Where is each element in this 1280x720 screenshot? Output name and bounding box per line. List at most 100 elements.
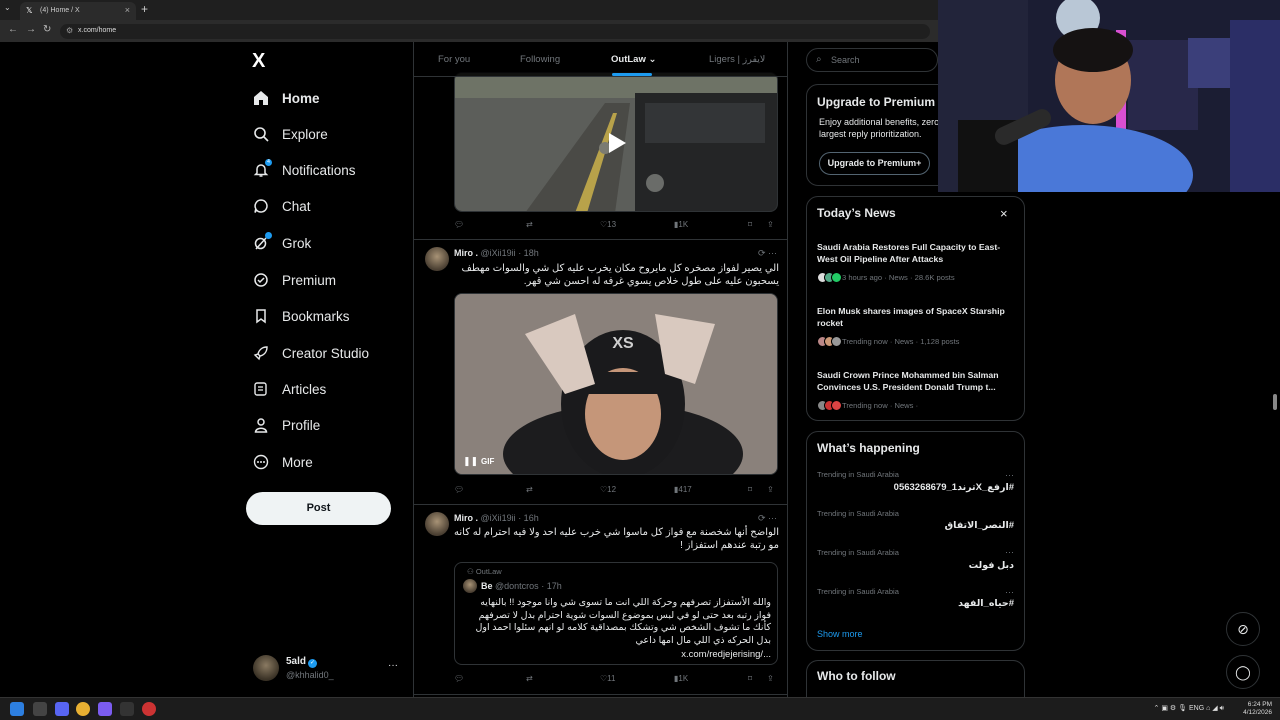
trend-name[interactable]: #حياه_الفهد [958, 598, 1014, 609]
nav-more[interactable]: More [252, 450, 313, 474]
nav-bookmarks[interactable]: Bookmarks [252, 304, 350, 328]
new-tab-button[interactable]: + [141, 2, 148, 16]
bookmark-action-icon[interactable]: ⌑ [748, 485, 752, 494]
tweet-more-icon[interactable]: ⟳ ··· [758, 513, 777, 524]
like-icon[interactable]: ♡ 11 [600, 674, 615, 683]
trend-name[interactable]: #النصر_الاتفاق [945, 520, 1014, 531]
tweet-handle[interactable]: @iXii19ii [481, 513, 516, 523]
news-item-title[interactable]: Elon Musk shares images of SpaceX Starsh… [817, 305, 1017, 329]
taskview-icon[interactable] [33, 702, 47, 716]
clock-date: 4/12/2026 [1243, 709, 1272, 716]
account-switcher[interactable]: 5ald ✓ @khhalid0_ ··· [253, 655, 403, 683]
account-more-icon[interactable]: ··· [388, 660, 398, 671]
tab-outlaw[interactable]: OutLaw ⌄ [611, 54, 656, 65]
nav-profile[interactable]: Profile [252, 413, 320, 437]
start-icon[interactable] [10, 702, 24, 716]
nav-creator-studio[interactable]: Creator Studio [252, 341, 369, 365]
who-to-follow-card: Who to follow [806, 660, 1025, 700]
url-field[interactable]: ⚙ x.com/home [60, 24, 930, 39]
like-count: 13 [607, 220, 617, 229]
nav-articles[interactable]: Articles [252, 377, 326, 401]
share-icon[interactable]: ⇪ [767, 220, 774, 229]
quote-link[interactable]: x.com/redjejerising/... [463, 649, 771, 660]
tab-following[interactable]: Following [520, 54, 560, 65]
tab-close-icon[interactable]: × [125, 5, 130, 15]
app-icon[interactable] [142, 702, 156, 716]
quote-handle: @dontcros [495, 581, 539, 591]
clock-time: 6:24 PM [1247, 701, 1272, 708]
clock[interactable]: 6:24 PM 4/12/2026 [1243, 701, 1272, 717]
share-icon[interactable]: ⇪ [767, 674, 774, 683]
nav-notifications[interactable]: 4 Notifications [252, 158, 356, 182]
app-icon[interactable] [120, 702, 134, 716]
news-item-meta: Trending now · News · 1,128 posts [817, 335, 959, 347]
views-icon[interactable]: ▮ 1K [674, 674, 688, 683]
upgrade-premium-button[interactable]: Upgrade to Premium+ [819, 152, 930, 175]
tab-for-you[interactable]: For you [438, 54, 470, 65]
tweet-gif[interactable]: XS ❚❚ GIF [454, 293, 778, 475]
nav-home[interactable]: Home [252, 86, 320, 110]
trend-more-icon[interactable]: ··· [1005, 547, 1014, 557]
tweet-author[interactable]: Miro . [454, 248, 478, 258]
retweet-icon[interactable]: ⇄ [526, 485, 533, 494]
x-logo-icon[interactable]: X [252, 50, 265, 73]
views-icon[interactable]: ▮ 1K [674, 220, 688, 229]
tweet-time[interactable]: · 16h [518, 513, 539, 523]
bookmark-action-icon[interactable]: ⌑ [748, 674, 752, 683]
avatar[interactable] [425, 247, 449, 271]
trend-name[interactable]: #ارفع_Xترند1_0563268679 [894, 482, 1014, 493]
close-icon[interactable]: × [1000, 206, 1008, 221]
nav-explore[interactable]: Explore [252, 122, 328, 146]
quote-author: Be [481, 581, 493, 591]
discord-icon[interactable] [55, 702, 69, 716]
retweet-icon[interactable]: ⇄ [526, 674, 533, 683]
tweet-more-icon[interactable]: ⟳ ··· [758, 248, 777, 259]
site-info-icon[interactable]: ⚙ [66, 26, 73, 35]
back-icon[interactable]: ← [8, 24, 18, 35]
language-indicator[interactable]: ENG [1189, 705, 1204, 712]
messages-floating-button[interactable]: ◯ [1226, 655, 1260, 689]
tab-ligers[interactable]: Ligers | لايقرز [709, 54, 765, 65]
chrome-icon[interactable] [76, 702, 90, 716]
search-input[interactable]: ⌕ Search [806, 48, 938, 72]
grok-floating-button[interactable]: ⊘ [1226, 612, 1260, 646]
bookmark-action-icon[interactable]: ⌑ [748, 220, 752, 229]
reload-icon[interactable]: ↻ [43, 24, 51, 35]
nav-grok[interactable]: Grok [252, 231, 311, 255]
like-icon[interactable]: ♡ 12 [600, 485, 616, 494]
nav-label: Notifications [282, 162, 356, 178]
post-button[interactable]: Post [246, 492, 391, 525]
nav-premium[interactable]: Premium [252, 268, 336, 292]
views-icon[interactable]: ▮ 417 [674, 485, 692, 494]
quote-time: · 17h [541, 581, 562, 591]
reply-icon[interactable]: 💬︎ [454, 485, 464, 494]
tweet-time[interactable]: · 18h [518, 248, 539, 258]
view-count: 417 [678, 485, 692, 494]
tweet-divider [414, 694, 787, 695]
trend-name[interactable]: دبل فولت [969, 560, 1014, 571]
tweet-author[interactable]: Miro . [454, 513, 478, 523]
app-icon[interactable] [98, 702, 112, 716]
trend-more-icon[interactable]: ··· [1005, 470, 1014, 480]
tab-menu-icon[interactable]: ⌄ [4, 3, 11, 12]
like-icon[interactable]: ♡ 13 [600, 220, 616, 229]
tweet-handle[interactable]: @iXii19ii [481, 248, 516, 258]
tab-title: (4) Home / X [40, 7, 80, 14]
system-tray[interactable]: ⌃ ▣ ⚙ 🎙︎ ENG ⌂ ◢ 🔊︎ [1154, 704, 1224, 713]
forward-icon[interactable]: → [26, 24, 36, 35]
quote-tweet[interactable]: ⚇ OutLaw Be @dontcros · 17h والله الأستف… [454, 562, 778, 665]
show-more-link[interactable]: Show more [817, 629, 863, 639]
news-item-title[interactable]: Saudi Crown Prince Mohammed bin Salman C… [817, 369, 1017, 393]
pause-icon[interactable]: ❚❚ [463, 456, 478, 467]
share-icon[interactable]: ⇪ [767, 485, 774, 494]
nav-chat[interactable]: Chat [252, 194, 311, 218]
retweet-icon[interactable]: ⇄ [526, 220, 533, 229]
trend-more-icon[interactable]: ··· [1005, 587, 1014, 597]
tweet-video[interactable] [454, 72, 778, 212]
reply-icon[interactable]: 💬︎ [454, 220, 464, 229]
scrollbar[interactable] [1273, 394, 1277, 410]
avatar[interactable] [425, 512, 449, 536]
news-item-title[interactable]: Saudi Arabia Restores Full Capacity to E… [817, 241, 1017, 265]
reply-icon[interactable]: 💬︎ [454, 674, 464, 683]
browser-tab[interactable]: 𝕏 (4) Home / X × [20, 2, 136, 20]
